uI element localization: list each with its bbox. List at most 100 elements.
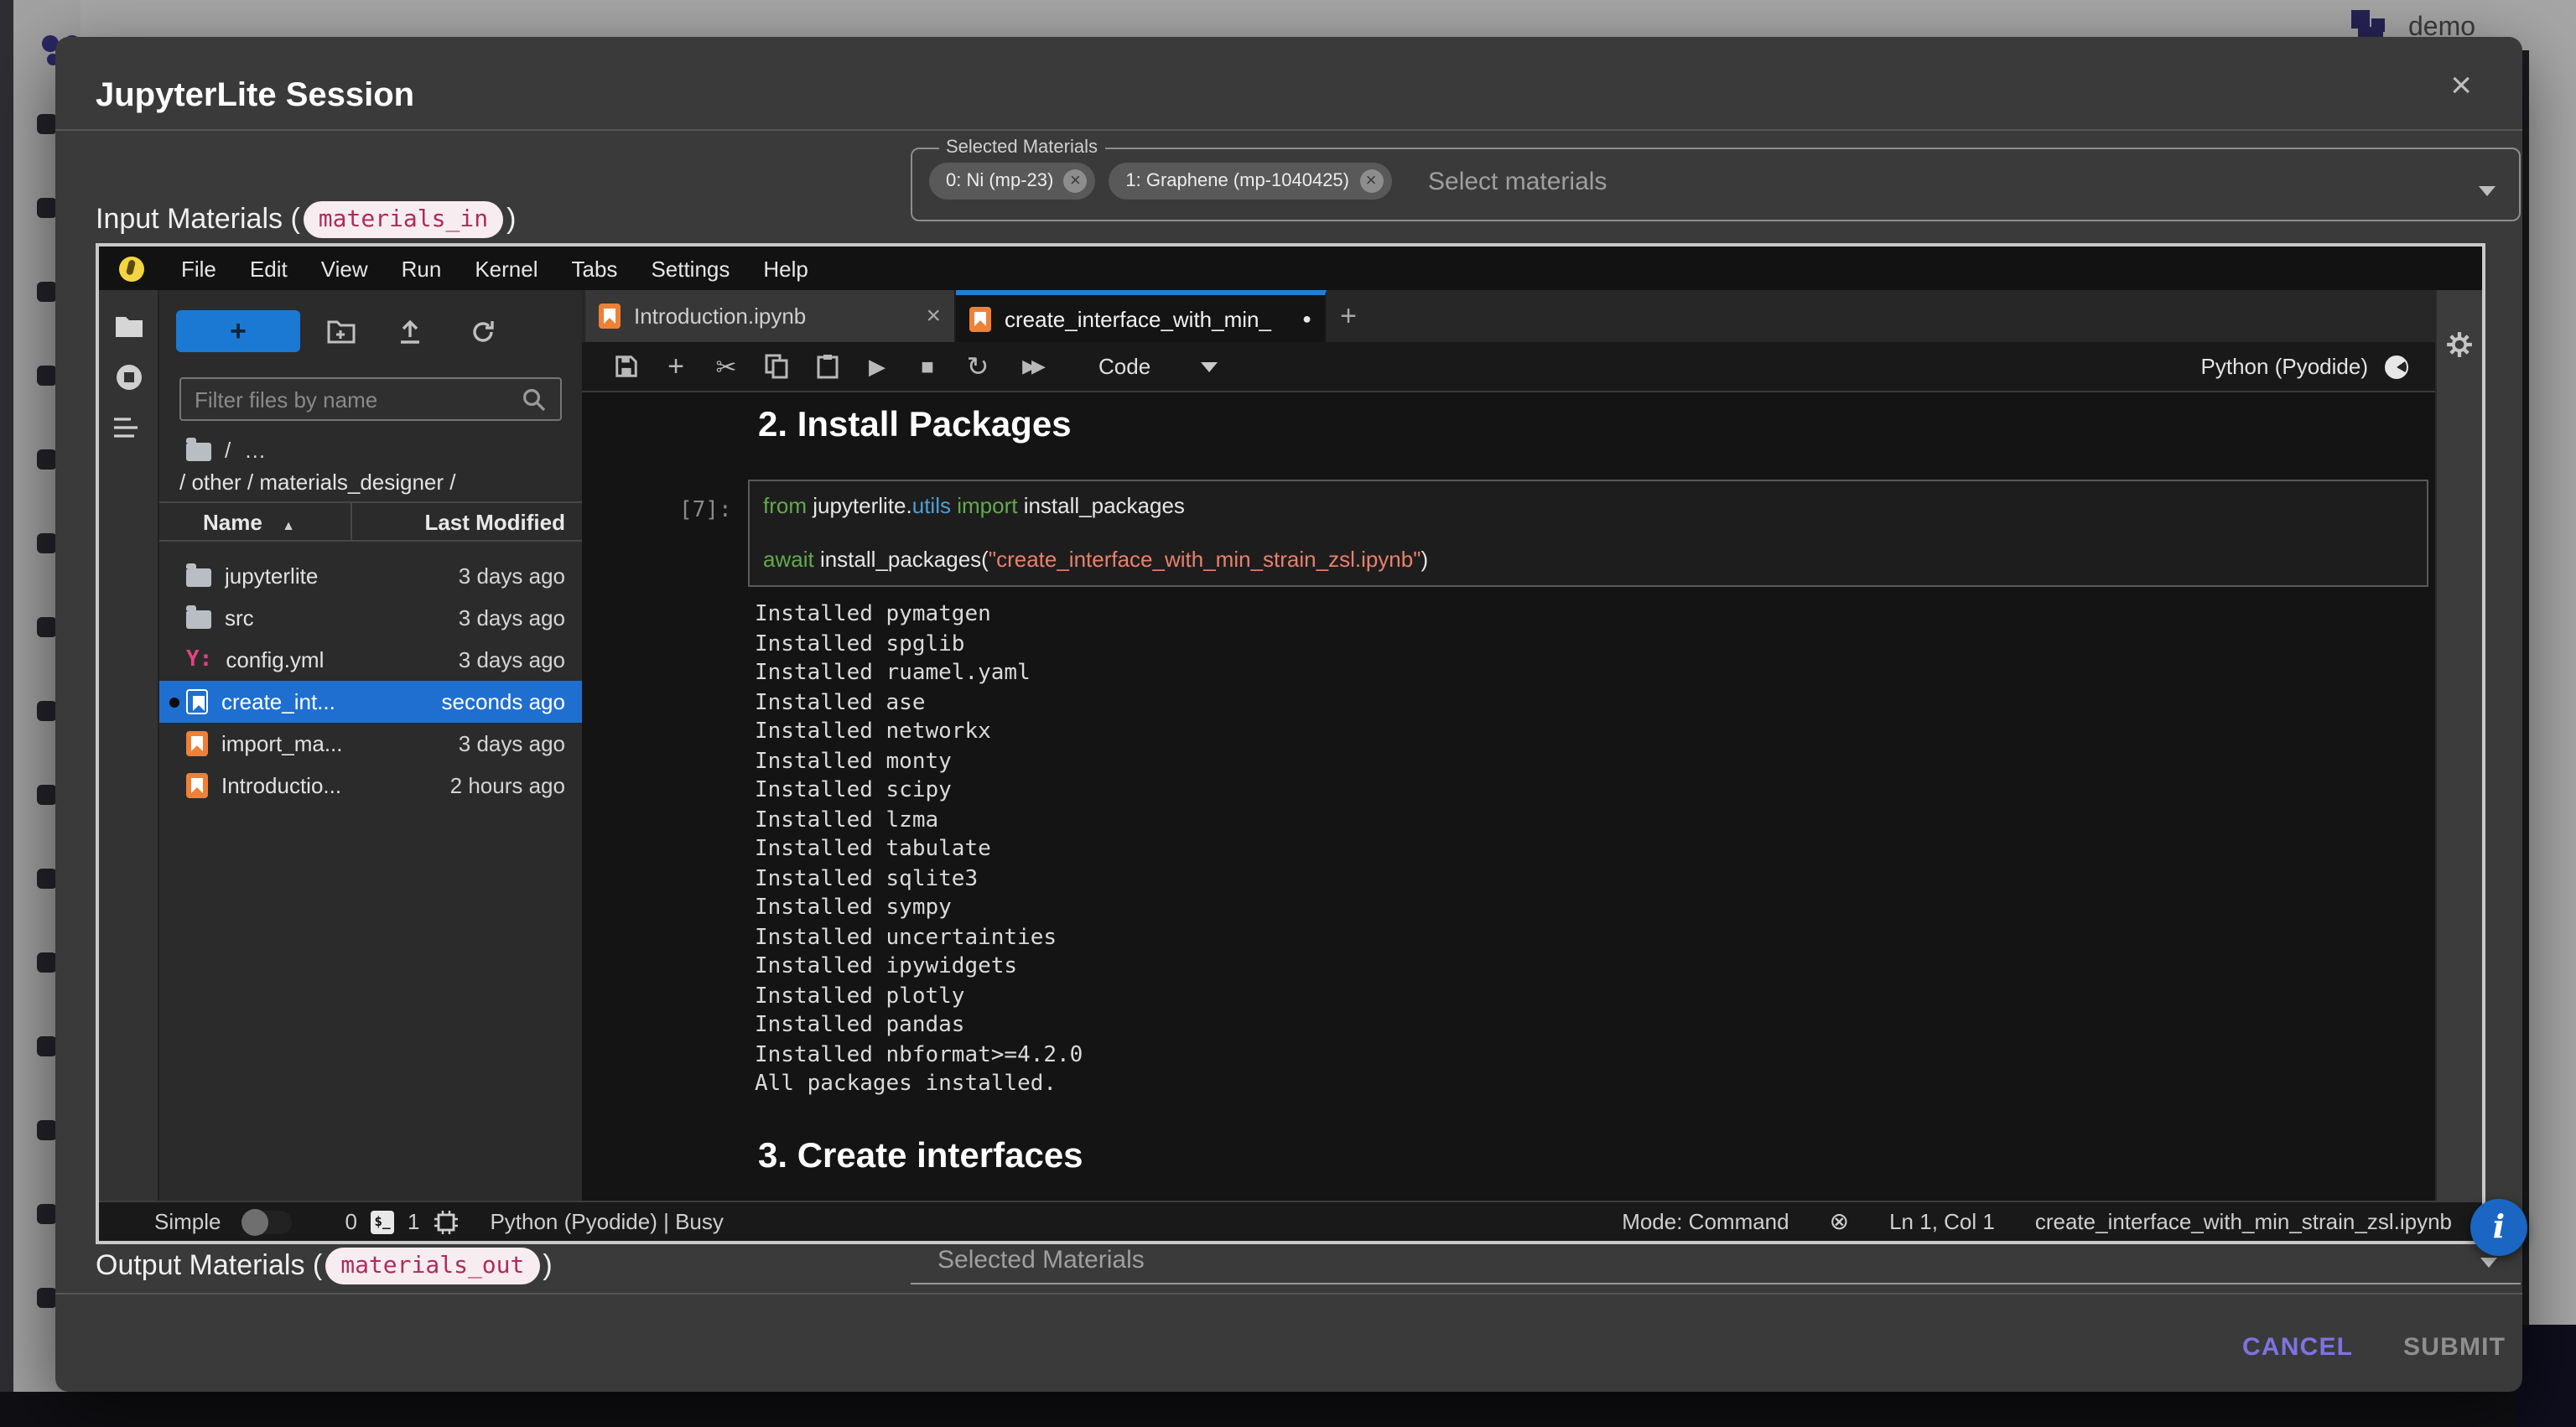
- cell-type-select[interactable]: Code: [1098, 354, 1150, 379]
- app-rail-icon: [37, 533, 57, 553]
- new-launcher-button[interactable]: +: [176, 310, 300, 352]
- code-cell[interactable]: from jupyterlite.utils import install_pa…: [748, 480, 2428, 587]
- notebook-icon: [186, 731, 208, 756]
- running-kernel-dot: [169, 698, 179, 708]
- chevron-down-icon[interactable]: [2479, 185, 2496, 195]
- new-tab-button[interactable]: +: [1327, 290, 1370, 342]
- menu-edit[interactable]: Edit: [233, 256, 304, 281]
- kernel-count[interactable]: 1: [408, 1209, 419, 1234]
- file-row[interactable]: Y: config.yml 3 days ago: [159, 639, 582, 681]
- output-materials-select[interactable]: Selected Materials: [911, 1238, 2521, 1284]
- file-row[interactable]: Introductio... 2 hours ago: [159, 765, 582, 807]
- file-browser-panel: + / …: [158, 290, 582, 1201]
- breadcrumb-path[interactable]: / other / materials_designer /: [179, 470, 456, 495]
- file-list-header: Name ▲ Last Modified: [159, 501, 582, 542]
- filter-files-input[interactable]: [181, 387, 522, 412]
- refresh-icon[interactable]: [470, 319, 496, 345]
- paste-cells-icon[interactable]: [813, 354, 840, 379]
- insert-cell-icon[interactable]: +: [662, 350, 689, 383]
- user-avatar: [2358, 27, 2383, 37]
- save-icon[interactable]: [612, 354, 639, 379]
- app-bottom-area: [0, 1392, 2576, 1427]
- cut-cells-icon[interactable]: ✂: [713, 351, 740, 381]
- home-folder-icon[interactable]: [186, 443, 211, 461]
- app-rail-icon: [37, 198, 57, 218]
- jupyter-left-rail: [99, 290, 158, 1201]
- file-list: jupyterlite 3 days ago src 3 days ago Y:…: [159, 555, 582, 807]
- menu-run[interactable]: Run: [385, 256, 459, 281]
- terminal-count[interactable]: 0: [345, 1209, 357, 1234]
- close-icon[interactable]: ×: [2450, 67, 2472, 104]
- breadcrumb-root[interactable]: /: [225, 438, 231, 463]
- info-button[interactable]: i: [2470, 1199, 2527, 1256]
- run-cell-icon[interactable]: ▶: [864, 353, 891, 380]
- chip-delete-icon[interactable]: ×: [1359, 169, 1383, 193]
- cursor-position[interactable]: Ln 1, Col 1: [1889, 1209, 1995, 1234]
- kernel-name[interactable]: Python (Pyodide): [2201, 354, 2368, 379]
- column-last-modified[interactable]: Last Modified: [351, 503, 582, 540]
- upload-icon[interactable]: [397, 319, 423, 345]
- jupyter-statusbar: Simple 0 $_ 1 Python (Pyodide) | Busy Mo…: [99, 1201, 2482, 1241]
- property-inspector-gear-icon[interactable]: [2445, 330, 2474, 359]
- breadcrumb: / …: [186, 438, 266, 463]
- app-rail-icon: [37, 114, 57, 134]
- chip-delete-icon[interactable]: ×: [1063, 169, 1087, 193]
- menu-view[interactable]: View: [304, 256, 385, 281]
- app-rail-icon: [37, 1036, 57, 1056]
- menu-settings[interactable]: Settings: [634, 256, 746, 281]
- file-browser-tab-icon[interactable]: [113, 314, 143, 339]
- notebook-document[interactable]: 2. Install Packages [7]: from jupyterlit…: [582, 392, 2435, 1201]
- input-materials-select[interactable]: Selected Materials 0: Ni (mp-23) × 1: Gr…: [911, 138, 2521, 221]
- circled-x-icon: ⊗: [1830, 1207, 1849, 1236]
- column-name[interactable]: Name ▲: [159, 509, 351, 534]
- output-materials-label: Output Materials ( materials_out ): [96, 1248, 553, 1284]
- kernel-busy-icon: [2385, 355, 2408, 378]
- filter-files-box: [179, 377, 562, 421]
- app-rail-icon: [37, 701, 57, 721]
- notebook-icon: [599, 304, 621, 329]
- file-row[interactable]: import_ma... 3 days ago: [159, 723, 582, 765]
- simple-mode-toggle[interactable]: [242, 1210, 292, 1233]
- app-right-edge: [2529, 0, 2576, 1341]
- menu-tabs[interactable]: Tabs: [555, 256, 635, 281]
- output-materials-text: Output Materials (: [96, 1249, 322, 1283]
- menu-kernel[interactable]: Kernel: [458, 256, 554, 281]
- tab-close-icon[interactable]: ×: [926, 302, 941, 330]
- app-rail-icon: [37, 952, 57, 973]
- tab-introduction[interactable]: Introduction.ipynb ×: [585, 290, 956, 342]
- restart-kernel-icon[interactable]: ↻: [964, 350, 991, 383]
- file-row-selected[interactable]: create_int... seconds ago: [159, 681, 582, 723]
- material-chip[interactable]: 0: Ni (mp-23) ×: [929, 163, 1095, 200]
- input-materials-text: Input Materials (: [96, 203, 300, 236]
- chevron-down-icon[interactable]: [2480, 1257, 2497, 1267]
- materials-out-code-chip: materials_out: [325, 1248, 539, 1284]
- app-rail-icon: [37, 449, 57, 470]
- kernel-chip-icon: [433, 1208, 460, 1235]
- kernel-status-text[interactable]: Python (Pyodide) | Busy: [490, 1209, 723, 1234]
- notebook-running-icon: [186, 689, 208, 714]
- tab-create-interface[interactable]: create_interface_with_min_ ●: [956, 290, 1327, 342]
- tab-bar: Introduction.ipynb × create_interface_wi…: [582, 290, 2435, 342]
- selected-materials-legend: Selected Materials: [939, 138, 1104, 158]
- materials-in-code-chip: materials_in: [304, 201, 503, 238]
- restart-run-all-icon[interactable]: ▶▶: [1015, 355, 1048, 377]
- material-chip[interactable]: 1: Graphene (mp-1040425) ×: [1109, 163, 1391, 200]
- submit-button[interactable]: SUBMIT: [2393, 1331, 2516, 1363]
- select-materials-placeholder: Select materials: [1428, 167, 1607, 195]
- interrupt-kernel-icon[interactable]: ■: [914, 354, 941, 379]
- cancel-button[interactable]: CANCEL: [2232, 1331, 2363, 1363]
- notebook-toolbar: + ✂ ▶ ■ ↻ ▶▶ Code: [582, 342, 2435, 392]
- menu-file[interactable]: File: [164, 256, 233, 281]
- file-row[interactable]: jupyterlite 3 days ago: [159, 555, 582, 597]
- code-line: from jupyterlite.utils import install_pa…: [763, 493, 2413, 520]
- chevron-down-icon[interactable]: [1201, 361, 1218, 371]
- breadcrumb-ellipsis[interactable]: …: [244, 438, 266, 463]
- copy-cells-icon[interactable]: [763, 354, 790, 379]
- running-kernels-tab-icon[interactable]: [113, 362, 143, 392]
- app-rail-icon: [37, 1120, 57, 1140]
- table-of-contents-tab-icon[interactable]: [114, 416, 143, 439]
- file-row[interactable]: src 3 days ago: [159, 597, 582, 639]
- new-folder-icon[interactable]: [327, 319, 356, 344]
- menu-help[interactable]: Help: [746, 256, 825, 281]
- terminal-icon: $_: [371, 1210, 394, 1233]
